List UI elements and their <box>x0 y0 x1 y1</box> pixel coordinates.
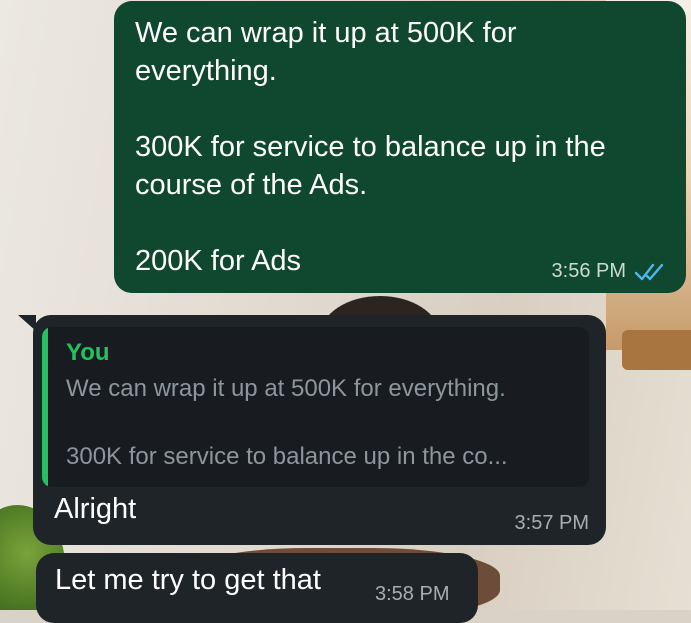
quoted-text-line-2: 300K for service to balance up in the co… <box>66 443 508 470</box>
quoted-text-line-1: We can wrap it up at 500K for everything… <box>66 375 506 402</box>
outgoing-message-text: We can wrap it up at 500K for everything… <box>135 17 606 277</box>
outgoing-message-time: 3:56 PM <box>551 260 626 282</box>
outgoing-message-bubble[interactable]: We can wrap it up at 500K for everything… <box>114 1 686 293</box>
wallpaper-lamp <box>622 330 691 370</box>
double-check-read-icon <box>634 263 664 280</box>
incoming-message-text: Let me try to get that <box>55 564 321 596</box>
reply-message-text: Alright <box>54 493 137 525</box>
incoming-message-time: 3:58 PM <box>375 583 450 605</box>
quoted-author: You <box>66 339 110 366</box>
quote-accent-bar <box>42 327 48 487</box>
reply-message-time: 3:57 PM <box>514 512 589 534</box>
quoted-message[interactable]: You We can wrap it up at 500K for everyt… <box>42 327 589 487</box>
outgoing-message-meta: 3:56 PM <box>552 260 666 283</box>
incoming-message-bubble[interactable]: Let me try to get that 3:58 PM <box>36 553 478 623</box>
reply-message-bubble[interactable]: You We can wrap it up at 500K for everyt… <box>33 315 606 545</box>
